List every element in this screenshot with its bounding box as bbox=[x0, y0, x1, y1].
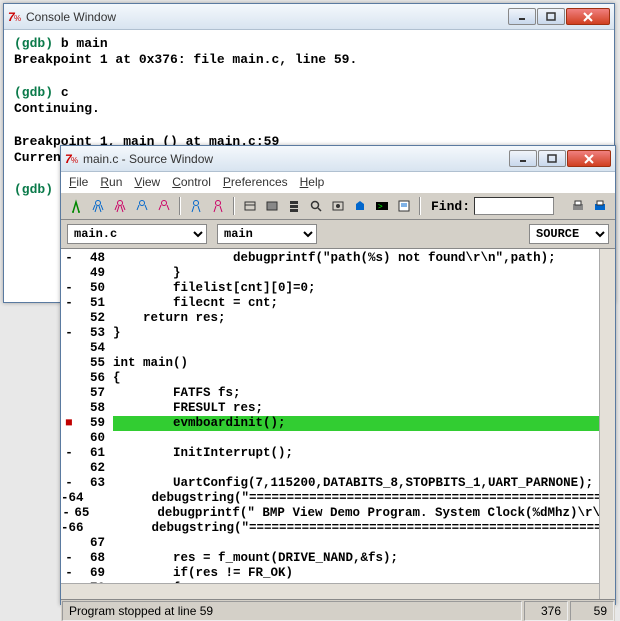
toolbar: > Find: bbox=[61, 192, 615, 220]
statusbar: Program stopped at line 59 376 59 bbox=[61, 599, 615, 621]
print-icon[interactable] bbox=[569, 197, 587, 215]
code-line[interactable]: -63 UartConfig(7,115200,DATABITS_8,STOPB… bbox=[61, 476, 615, 491]
source-window: 7% main.c - Source Window File Run View Con… bbox=[60, 145, 616, 605]
registers-icon[interactable] bbox=[241, 197, 259, 215]
stepi-icon[interactable] bbox=[187, 197, 205, 215]
source-titlebar[interactable]: 7% main.c - Source Window bbox=[61, 146, 615, 172]
step-icon[interactable] bbox=[89, 197, 107, 215]
settings-icon[interactable] bbox=[591, 197, 609, 215]
menu-help[interactable]: Help bbox=[300, 175, 325, 189]
code-line[interactable]: ■59 evmboardinit(); bbox=[61, 416, 615, 431]
find-label: Find: bbox=[431, 199, 470, 214]
function-selector[interactable]: main bbox=[217, 224, 317, 244]
code-line[interactable]: -48 debugprintf("path(%s) not found\r\n"… bbox=[61, 251, 615, 266]
minimize-button[interactable] bbox=[509, 150, 537, 167]
code-line[interactable]: 58 FRESULT res; bbox=[61, 401, 615, 416]
code-line[interactable]: -51 filecnt = cnt; bbox=[61, 296, 615, 311]
horizontal-scrollbar[interactable] bbox=[61, 583, 599, 599]
status-col: 376 bbox=[524, 601, 568, 621]
watch-icon[interactable] bbox=[307, 197, 325, 215]
code-line[interactable]: -68 res = f_mount(DRIVE_NAND,&fs); bbox=[61, 551, 615, 566]
nexti-icon[interactable] bbox=[209, 197, 227, 215]
code-line[interactable]: -53} bbox=[61, 326, 615, 341]
finish-icon[interactable] bbox=[133, 197, 151, 215]
code-line[interactable]: 67 bbox=[61, 536, 615, 551]
source-title: main.c - Source Window bbox=[83, 152, 508, 166]
separator bbox=[419, 197, 421, 215]
breakpoints-icon[interactable] bbox=[351, 197, 369, 215]
console-title: Console Window bbox=[26, 10, 507, 24]
maximize-button[interactable] bbox=[537, 8, 565, 25]
source-icon[interactable] bbox=[395, 197, 413, 215]
code-line[interactable]: -66 debugstring("=======================… bbox=[61, 521, 615, 536]
menu-run[interactable]: Run bbox=[100, 175, 122, 189]
status-message: Program stopped at line 59 bbox=[62, 601, 522, 621]
code-line[interactable]: 62 bbox=[61, 461, 615, 476]
file-selector[interactable]: main.c bbox=[67, 224, 207, 244]
maximize-button[interactable] bbox=[538, 150, 566, 167]
console-icon[interactable]: > bbox=[373, 197, 391, 215]
app-icon: 7% bbox=[65, 152, 79, 166]
close-button[interactable] bbox=[566, 8, 610, 25]
code-line[interactable]: 55int main() bbox=[61, 356, 615, 371]
svg-text:>: > bbox=[378, 202, 383, 211]
code-line[interactable]: 49 } bbox=[61, 266, 615, 281]
minimize-button[interactable] bbox=[508, 8, 536, 25]
menu-preferences[interactable]: Preferences bbox=[223, 175, 288, 189]
menubar: File Run View Control Preferences Help bbox=[61, 172, 615, 192]
run-icon[interactable] bbox=[67, 197, 85, 215]
code-line[interactable]: -65 debugprintf(" BMP View Demo Program.… bbox=[61, 506, 615, 521]
mode-selector[interactable]: SOURCE bbox=[529, 224, 609, 244]
next-icon[interactable] bbox=[111, 197, 129, 215]
continue-icon[interactable] bbox=[155, 197, 173, 215]
menu-view[interactable]: View bbox=[134, 175, 160, 189]
code-area[interactable]: -48 debugprintf("path(%s) not found\r\n"… bbox=[61, 249, 615, 599]
console-titlebar[interactable]: 7% Console Window bbox=[4, 4, 614, 30]
menu-file[interactable]: File bbox=[69, 175, 88, 189]
code-line[interactable]: 52 return res; bbox=[61, 311, 615, 326]
code-line[interactable]: -69 if(res != FR_OK) bbox=[61, 566, 615, 581]
locals-icon[interactable] bbox=[329, 197, 347, 215]
vertical-scrollbar[interactable] bbox=[599, 249, 615, 599]
code-line[interactable]: 60 bbox=[61, 431, 615, 446]
code-line[interactable]: 57 FATFS fs; bbox=[61, 386, 615, 401]
selector-row: main.c main SOURCE bbox=[61, 220, 615, 249]
code-line[interactable]: -61 InitInterrupt(); bbox=[61, 446, 615, 461]
svg-text:%: % bbox=[71, 156, 78, 165]
status-line: 59 bbox=[570, 601, 614, 621]
app-icon: 7% bbox=[8, 10, 22, 24]
svg-text:%: % bbox=[14, 14, 21, 23]
code-line[interactable]: -64 debugstring("=======================… bbox=[61, 491, 615, 506]
separator bbox=[233, 197, 235, 215]
find-input[interactable] bbox=[474, 197, 554, 215]
stack-icon[interactable] bbox=[285, 197, 303, 215]
memory-icon[interactable] bbox=[263, 197, 281, 215]
separator bbox=[179, 197, 181, 215]
menu-control[interactable]: Control bbox=[172, 175, 211, 189]
code-line[interactable]: 56{ bbox=[61, 371, 615, 386]
code-line[interactable]: -50 filelist[cnt][0]=0; bbox=[61, 281, 615, 296]
close-button[interactable] bbox=[567, 150, 611, 167]
code-line[interactable]: 54 bbox=[61, 341, 615, 356]
